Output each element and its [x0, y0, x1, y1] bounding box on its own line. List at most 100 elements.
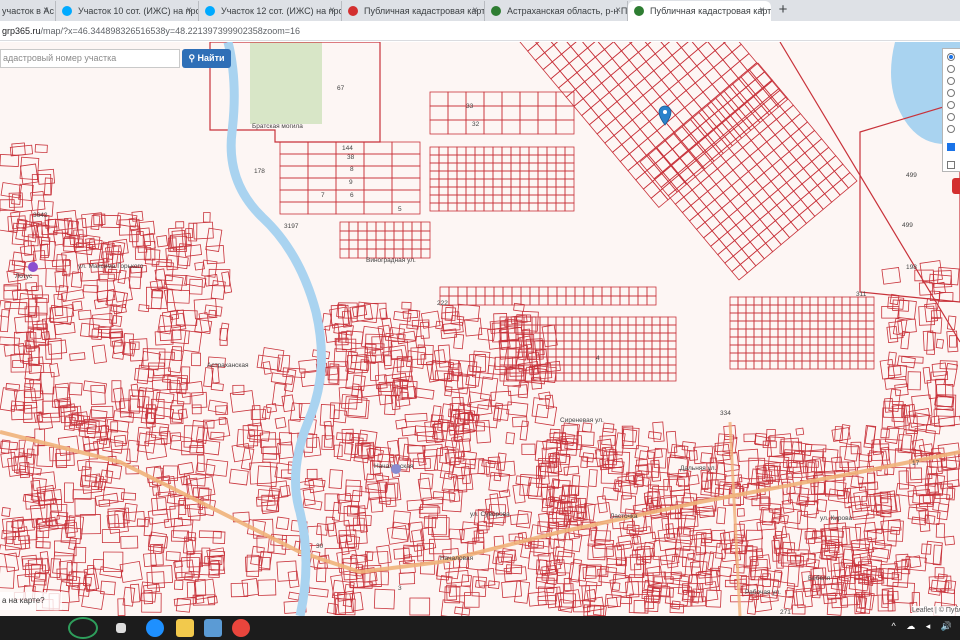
parcel	[384, 355, 392, 367]
parcel	[579, 364, 589, 374]
parcel	[528, 154, 539, 164]
red-action-button[interactable]	[952, 178, 960, 194]
parcel	[538, 295, 549, 306]
parcel	[849, 304, 859, 314]
parcel	[279, 141, 309, 155]
parcel	[393, 310, 412, 322]
parcel	[587, 372, 597, 382]
layer-radio[interactable]	[947, 125, 955, 133]
parcel	[466, 295, 477, 306]
parcel	[597, 568, 607, 576]
logo-icon[interactable]	[68, 617, 98, 639]
close-tab-icon[interactable]: ×	[615, 1, 621, 21]
close-tab-icon[interactable]: ×	[186, 1, 192, 21]
parcel	[729, 352, 739, 362]
chrome-icon[interactable]	[232, 619, 250, 637]
close-tab-icon[interactable]: ×	[472, 1, 478, 21]
parcel	[447, 178, 458, 188]
parcel	[651, 340, 661, 350]
layer-radio[interactable]	[947, 77, 955, 85]
parcel	[643, 348, 653, 358]
parcel	[447, 119, 467, 135]
layer-radio[interactable]	[947, 53, 955, 61]
parcel	[785, 312, 795, 322]
task-view-icon[interactable]	[116, 623, 126, 633]
layer-checkbox[interactable]	[947, 143, 955, 151]
parcel	[676, 181, 693, 198]
parcel	[809, 296, 819, 306]
parcel	[825, 336, 835, 346]
parcel	[447, 186, 458, 196]
parcel	[339, 230, 350, 241]
parcel	[68, 382, 83, 396]
browser-tab[interactable]: Публичная кадастровая карта Р×	[342, 1, 485, 21]
parcel	[241, 578, 260, 597]
browser-tab[interactable]: Астраханская область, р-н Прив×	[485, 1, 628, 21]
browser-tab[interactable]: Участок 10 сот. (ИЖС) на прода ×	[56, 1, 199, 21]
layer-checkbox[interactable]	[947, 161, 955, 169]
parcel	[635, 364, 645, 374]
parcel	[565, 286, 576, 297]
map-canvas[interactable]: 67 Братская могила 33 32 178 144 38 8 9 7 6 5 3642 Ло…	[0, 42, 960, 616]
map-attribution[interactable]: Leaflet | © Публ	[912, 606, 960, 616]
parcel	[877, 594, 894, 612]
parcel	[750, 218, 768, 236]
parcel	[841, 352, 851, 362]
help-link[interactable]: а на карте?	[0, 592, 62, 610]
parcel	[474, 186, 485, 196]
new-tab-button[interactable]: +	[771, 1, 795, 21]
parcel	[736, 86, 755, 105]
parcel	[667, 372, 677, 382]
parcel	[791, 113, 809, 130]
parcel	[279, 189, 309, 203]
system-tray[interactable]: ^ ☁ ◂ 🔊	[892, 621, 956, 632]
parcel	[731, 177, 748, 195]
parcel	[391, 201, 421, 215]
parcel	[681, 204, 699, 222]
edge-icon[interactable]	[146, 619, 164, 637]
cadastral-search-input[interactable]: адастровый номер участка	[0, 49, 180, 68]
tab-label: Публичная кадастровая карта -	[650, 6, 771, 16]
parcel	[742, 225, 760, 243]
search-button[interactable]: ⚲ Найти	[182, 49, 231, 68]
parcel	[542, 61, 561, 80]
browser-tab[interactable]: Участок 12 сот. (ИЖС) на прода ×	[199, 1, 342, 21]
close-tab-icon[interactable]: ×	[43, 1, 49, 21]
browser-tab[interactable]: участок в Ас ×	[0, 1, 56, 21]
parcel	[781, 221, 799, 239]
close-tab-icon[interactable]: ×	[759, 1, 765, 21]
parcel	[510, 146, 521, 156]
parcel	[739, 85, 756, 102]
store-icon[interactable]	[204, 619, 222, 637]
parcel	[801, 352, 811, 362]
parcel	[603, 332, 613, 342]
address-bar[interactable]: grp365.ru/map/?x=46.344898326516538y=48.…	[0, 21, 960, 41]
layer-radio[interactable]	[947, 89, 955, 97]
parcel	[621, 136, 640, 155]
parcel	[785, 360, 795, 370]
parcel	[697, 120, 714, 137]
parcel	[659, 88, 678, 107]
parcel	[650, 189, 669, 209]
browser-tab[interactable]: Публичная кадастровая карта - ×	[628, 1, 771, 21]
parcel	[849, 296, 859, 306]
layer-radio[interactable]	[947, 101, 955, 109]
parcel	[144, 438, 168, 460]
parcel	[782, 541, 796, 554]
layer-radio[interactable]	[947, 65, 955, 73]
parcel	[783, 205, 800, 223]
parcel	[714, 192, 731, 209]
layer-radio[interactable]	[947, 113, 955, 121]
parcel	[734, 232, 751, 250]
parcel	[642, 87, 661, 106]
parcel	[537, 186, 548, 196]
cadastral-map[interactable]: 67 Братская могила 33 32 178 144 38 8 9 7 6 5 3642 Ло…	[0, 42, 960, 616]
parcel	[55, 448, 68, 469]
parcel	[528, 162, 539, 172]
parcel	[651, 316, 661, 326]
explorer-icon[interactable]	[176, 619, 194, 637]
parcel	[849, 360, 859, 370]
parcel	[784, 104, 801, 122]
close-tab-icon[interactable]: ×	[329, 1, 335, 21]
parcel	[900, 331, 910, 350]
